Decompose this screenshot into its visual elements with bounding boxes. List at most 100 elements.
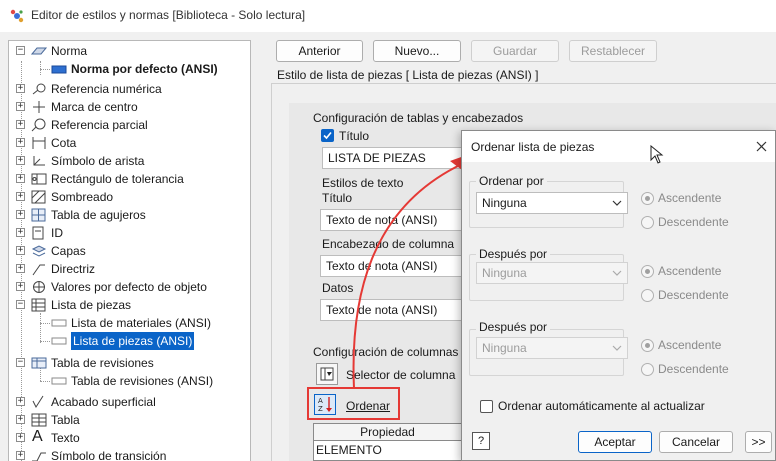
sort1-descending-radio[interactable] <box>641 216 654 229</box>
tree-item-simbolo-arista[interactable]: + Símbolo de arista <box>9 152 249 170</box>
collapse-icon[interactable]: − <box>16 46 25 55</box>
help-button[interactable]: ? <box>472 432 490 450</box>
expand-icon[interactable]: + <box>16 156 25 165</box>
tree-item-rectangulo-tolerancia[interactable]: + Rectángulo de tolerancia <box>9 170 249 188</box>
table-row[interactable]: ELEMENTO <box>316 442 461 459</box>
mouse-cursor-icon <box>650 145 664 164</box>
more-options-button[interactable]: >> <box>745 431 772 453</box>
sort-icon: A Z <box>318 397 332 413</box>
chevron-down-icon <box>612 270 622 276</box>
sort-label[interactable]: Ordenar <box>346 399 390 413</box>
tree-item-directriz[interactable]: + Directriz <box>9 260 249 278</box>
sort2-ascending-radio[interactable] <box>641 265 654 278</box>
tree-item-cota[interactable]: + Cota <box>9 134 249 152</box>
tree-item-label: Tabla <box>51 413 80 427</box>
title-checkbox-label: Título <box>339 129 370 143</box>
sort-button[interactable]: A Z <box>314 394 336 415</box>
expand-icon[interactable]: + <box>16 397 25 406</box>
expand-icon[interactable]: + <box>16 210 25 219</box>
tree-item-label: ID <box>51 226 63 240</box>
tree-item-label: Rectángulo de tolerancia <box>51 172 184 186</box>
expand-icon[interactable]: + <box>16 120 25 129</box>
sort2-descending-radio[interactable] <box>641 289 654 302</box>
title-checkbox[interactable] <box>321 129 334 142</box>
expand-icon[interactable]: + <box>16 433 25 442</box>
expand-icon[interactable]: + <box>16 174 25 183</box>
tree-item-label: Tabla de agujeros <box>51 208 146 222</box>
expand-icon[interactable]: + <box>16 192 25 201</box>
tree-item-simbolo-transicion[interactable]: + Símbolo de transición <box>9 447 249 461</box>
expand-icon[interactable]: + <box>16 246 25 255</box>
cancel-button[interactable]: Cancelar <box>659 431 733 453</box>
center-mark-icon <box>33 101 45 113</box>
expand-icon[interactable]: + <box>16 138 25 147</box>
svg-text:A: A <box>318 397 323 405</box>
save-button[interactable]: Guardar <box>471 40 559 62</box>
sort-by-select[interactable]: Ninguna <box>476 192 628 214</box>
tree-item-referencia-parcial[interactable]: + Referencia parcial <box>9 116 249 134</box>
sort1-ascending-radio[interactable] <box>641 192 654 205</box>
tree-item-referencia-numerica[interactable]: + Referencia numérica <box>9 80 249 98</box>
tree-item-tabla-agujeros[interactable]: + Tabla de agujeros <box>9 206 249 224</box>
tree-item-marca-centro[interactable]: + Marca de centro <box>9 98 249 116</box>
reset-button[interactable]: Restablecer <box>569 40 657 62</box>
sort3-ascending-label: Ascendente <box>658 338 722 352</box>
column-selector-button[interactable] <box>316 363 338 385</box>
new-button[interactable]: Nuevo... <box>373 40 461 62</box>
properties-table-header[interactable]: Propiedad <box>314 424 461 441</box>
expand-icon[interactable]: + <box>16 228 25 237</box>
collapse-icon[interactable]: − <box>16 300 25 309</box>
sort2-ascending-label: Ascendente <box>658 264 722 278</box>
tree-item-texto[interactable]: + A Texto <box>9 428 249 447</box>
expand-icon[interactable]: + <box>16 415 25 424</box>
tree-item-valores-defecto[interactable]: + Valores por defecto de objeto <box>9 278 249 296</box>
ok-button[interactable]: Aceptar <box>578 431 652 453</box>
style-item-icon <box>51 377 67 385</box>
tree-item-tabla-revisiones-ansi[interactable]: Tabla de revisiones (ANSI) <box>9 372 249 390</box>
expand-icon[interactable]: + <box>16 451 25 460</box>
tree-item-norma-defecto[interactable]: Norma por defecto (ANSI) <box>9 60 249 78</box>
tree-item-lista-materiales[interactable]: Lista de materiales (ANSI) <box>9 314 249 332</box>
tree-item-id[interactable]: + ID <box>9 224 249 242</box>
then-by-select-1[interactable]: Ninguna <box>476 262 628 284</box>
tree-item-lista-piezas-ansi[interactable]: Lista de piezas (ANSI) <box>9 332 249 350</box>
tree-item-sombreado[interactable]: + Sombreado <box>9 188 249 206</box>
expand-icon[interactable]: + <box>16 282 25 291</box>
tree-item-norma[interactable]: − Norma <box>9 42 249 60</box>
expand-icon[interactable]: + <box>16 102 25 111</box>
table-icon <box>31 413 47 427</box>
then-by-select-2[interactable]: Ninguna <box>476 337 628 359</box>
tree-item-label: Norma por defecto (ANSI) <box>71 62 218 76</box>
tree-item-lista-piezas[interactable]: − Lista de piezas <box>9 296 249 314</box>
style-item-icon <box>51 319 67 327</box>
tree-item-tabla[interactable]: + Tabla <box>9 411 249 429</box>
tree-item-label: Directriz <box>51 262 95 276</box>
tree-connector <box>40 381 50 382</box>
panel-header: Estilo de lista de piezas [ Lista de pie… <box>277 68 539 82</box>
weld-symbol-icon <box>32 452 46 461</box>
tree-item-capas[interactable]: + Capas <box>9 242 249 260</box>
tree-item-label-selected: Lista de piezas (ANSI) <box>71 332 195 350</box>
tree-item-label: Acabado superficial <box>51 395 156 409</box>
expand-icon[interactable]: + <box>16 84 25 93</box>
tree-item-label: Lista de piezas <box>51 298 132 312</box>
style-tree[interactable]: − Norma Norma por defecto (ANSI) + Refer… <box>8 40 251 461</box>
feature-control-frame-icon <box>31 173 47 185</box>
sort3-ascending-radio[interactable] <box>641 339 654 352</box>
tree-item-acabado-superficial[interactable]: + Acabado superficial <box>9 393 249 411</box>
sort-by-value: Ninguna <box>482 196 527 210</box>
tree-item-label: Símbolo de arista <box>51 154 145 168</box>
table-config-label: Configuración de tablas y encabezados <box>313 111 524 125</box>
expand-icon[interactable]: + <box>16 264 25 273</box>
layers-icon <box>31 245 47 257</box>
leader-icon <box>32 264 45 276</box>
properties-table[interactable]: Propiedad ELEMENTO <box>313 423 462 461</box>
close-icon[interactable] <box>755 140 768 153</box>
collapse-icon[interactable]: − <box>16 358 25 367</box>
sort3-descending-radio[interactable] <box>641 363 654 376</box>
balloon-icon <box>32 83 46 95</box>
tree-item-label: Cota <box>51 136 77 150</box>
auto-sort-checkbox[interactable] <box>480 400 493 413</box>
back-button[interactable]: Anterior <box>276 40 363 62</box>
tree-item-tabla-revisiones[interactable]: − Tabla de revisiones <box>9 354 249 372</box>
